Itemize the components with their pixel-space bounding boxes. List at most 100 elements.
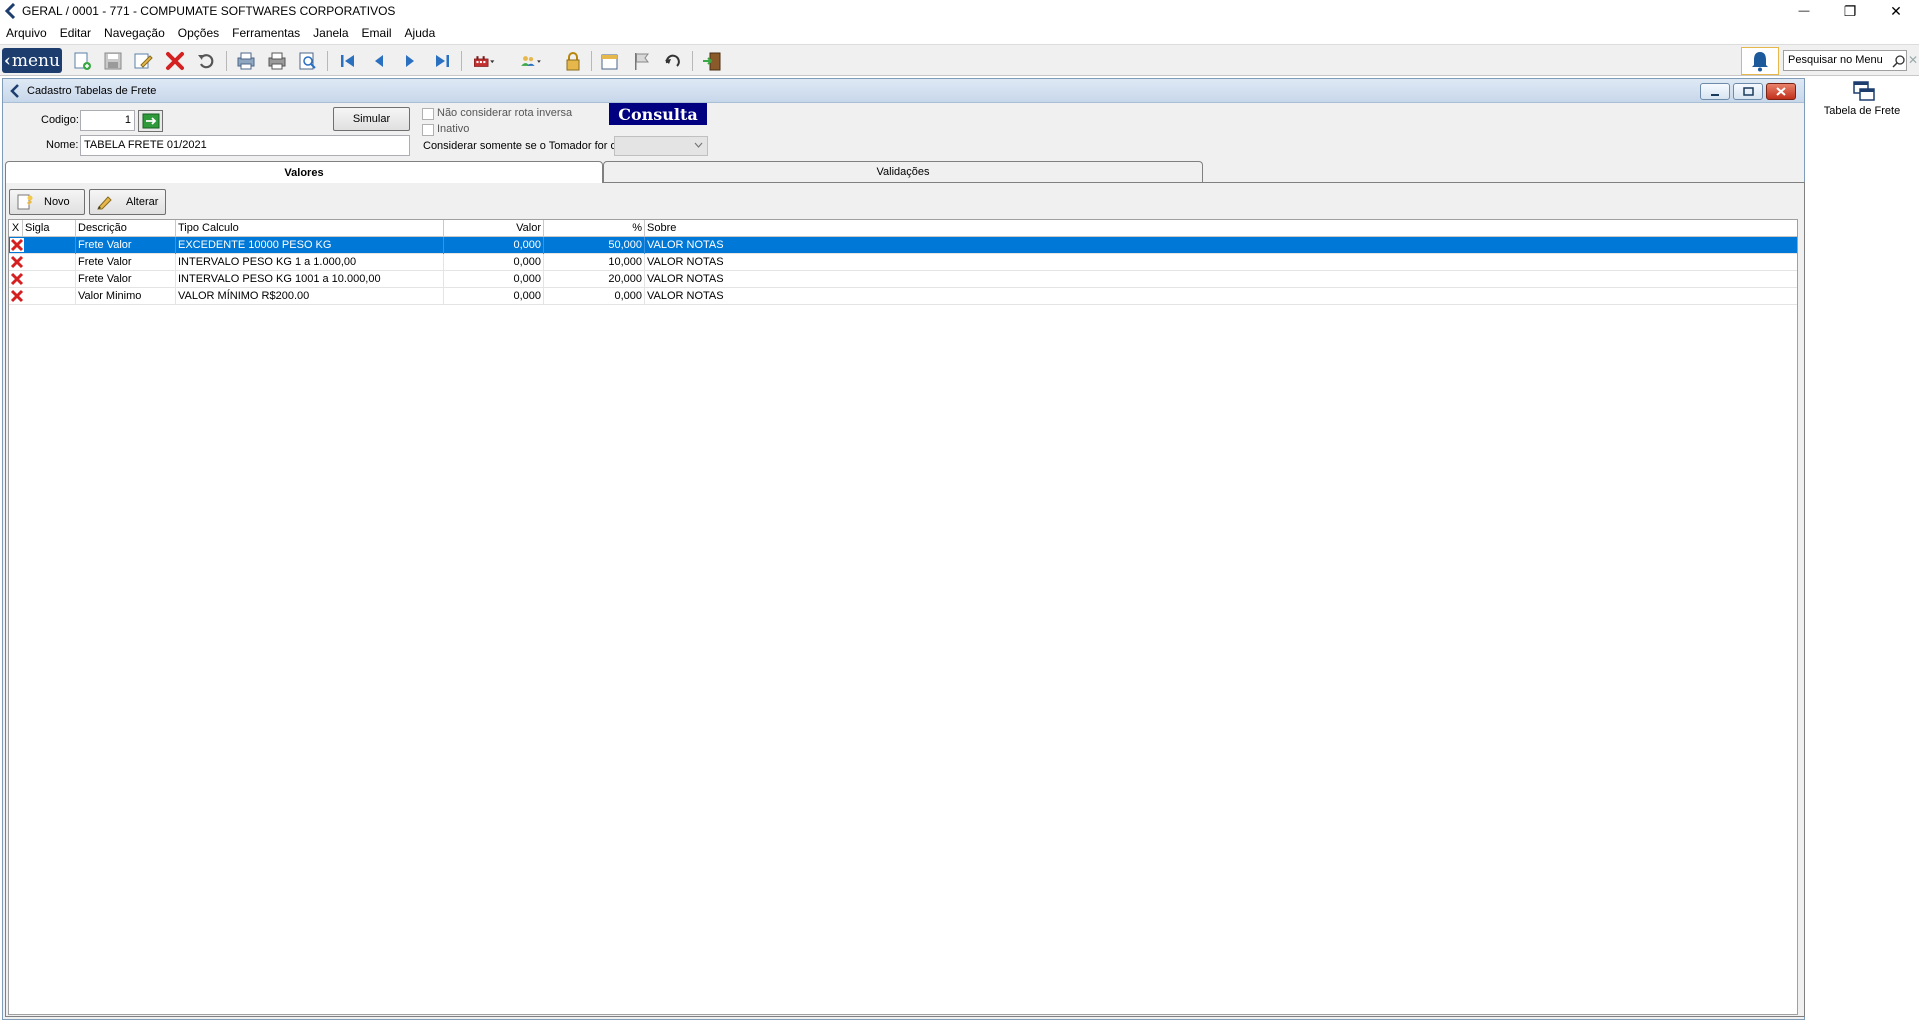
- save-button[interactable]: [101, 50, 125, 72]
- col-x[interactable]: X: [9, 220, 23, 237]
- new-record-button[interactable]: [70, 50, 94, 72]
- alterar-button[interactable]: Alterar: [89, 189, 166, 215]
- col-sigla[interactable]: Sigla: [23, 220, 76, 237]
- search-icon[interactable]: [1892, 54, 1906, 68]
- close-window-button[interactable]: ✕: [1873, 0, 1919, 22]
- inner-maximize-button[interactable]: [1733, 83, 1763, 100]
- restore-icon: ❐: [1843, 2, 1857, 19]
- table-row[interactable]: Frete Valor EXCEDENTE 10000 PESO KG 0,00…: [9, 237, 1797, 254]
- main-menu-button[interactable]: ‹ menu: [2, 48, 62, 73]
- pencil-icon: [97, 196, 112, 210]
- delete-button[interactable]: [163, 50, 187, 72]
- cell-pct: 20,000: [544, 271, 645, 288]
- cell-tipo-calculo: INTERVALO PESO KG 1001 a 10.000,00: [176, 271, 444, 288]
- search-input[interactable]: Pesquisar no Menu: [1783, 50, 1907, 71]
- col-tipo-calculo[interactable]: Tipo Calculo: [176, 220, 444, 237]
- edit-button[interactable]: [131, 50, 155, 72]
- exit-icon: [703, 52, 721, 71]
- menu-chevron-icon: ‹: [4, 50, 11, 71]
- menu-arquivo[interactable]: Arquivo: [6, 26, 47, 40]
- zoom-preview-button[interactable]: [296, 50, 320, 72]
- minimize-button[interactable]: —: [1781, 0, 1827, 22]
- company-icon: [474, 56, 495, 67]
- delete-row-icon[interactable]: [10, 255, 24, 269]
- previous-record-button[interactable]: [367, 50, 391, 72]
- tabela-frete-shortcut[interactable]: Tabela de Frete: [1812, 80, 1912, 124]
- table-row[interactable]: Frete Valor INTERVALO PESO KG 1 a 1.000,…: [9, 254, 1797, 271]
- inativo-checkbox[interactable]: [422, 124, 434, 136]
- tab-validacoes[interactable]: Validações: [603, 161, 1203, 182]
- lock-button[interactable]: [561, 50, 585, 72]
- arrow-right-icon: [142, 113, 159, 129]
- col-descricao[interactable]: Descrição: [76, 220, 176, 237]
- col-sobre[interactable]: Sobre: [645, 220, 1797, 237]
- new-record-icon: [74, 52, 91, 70]
- search-clear-icon[interactable]: ✕: [1908, 53, 1918, 67]
- novo-button[interactable]: Novo: [9, 189, 85, 215]
- users-button[interactable]: [513, 50, 549, 72]
- cell-pct: 0,000: [544, 288, 645, 305]
- zoom-preview-icon: [299, 52, 316, 70]
- toolbar: ‹ menu Pesquisar no Menu ✕: [0, 44, 1919, 76]
- exit-button[interactable]: [700, 50, 724, 72]
- menu-navegacao[interactable]: Navegação: [104, 26, 165, 40]
- menu-opcoes[interactable]: Opções: [178, 26, 219, 40]
- previous-record-icon: [375, 55, 383, 67]
- company-button[interactable]: [468, 50, 500, 72]
- title-bar: GERAL / 0001 - 771 - COMPUMATE SOFTWARES…: [0, 0, 1919, 22]
- last-record-button[interactable]: [430, 50, 454, 72]
- col-pct[interactable]: %: [544, 220, 645, 237]
- minimize-icon: [1711, 93, 1719, 96]
- chevron-down-icon: [694, 142, 703, 148]
- tab-valores[interactable]: Valores: [5, 161, 603, 183]
- codigo-go-button[interactable]: [138, 110, 163, 132]
- delete-row-icon[interactable]: [10, 238, 24, 252]
- cell-sigla: [23, 288, 76, 305]
- first-record-icon: [341, 55, 354, 67]
- table-row[interactable]: Frete Valor INTERVALO PESO KG 1001 a 10.…: [9, 271, 1797, 288]
- nome-input[interactable]: TABELA FRETE 01/2021: [80, 135, 410, 156]
- cell-sobre: VALOR NOTAS: [647, 290, 724, 302]
- table-row[interactable]: Valor Minimo VALOR MÍNIMO R$200.00 0,000…: [9, 288, 1797, 305]
- flag-button[interactable]: [630, 50, 654, 72]
- toolbar-separator: [591, 51, 592, 71]
- codigo-input[interactable]: 1: [80, 110, 135, 131]
- delete-icon: [166, 52, 184, 70]
- nao-considerar-checkbox[interactable]: [422, 108, 434, 120]
- codigo-label: Codigo:: [41, 114, 79, 126]
- notes-button[interactable]: [598, 50, 622, 72]
- first-record-button[interactable]: [336, 50, 360, 72]
- print-icon: [268, 52, 286, 70]
- next-record-button[interactable]: [398, 50, 422, 72]
- window-title: GERAL / 0001 - 771 - COMPUMATE SOFTWARES…: [22, 4, 396, 18]
- delete-row-icon[interactable]: [10, 272, 24, 286]
- edit-icon: [134, 53, 153, 69]
- tomador-select[interactable]: [614, 136, 708, 156]
- cell-sobre: VALOR NOTAS: [647, 239, 724, 251]
- menu-ajuda[interactable]: Ajuda: [405, 26, 436, 40]
- inner-close-button[interactable]: [1766, 83, 1796, 100]
- cell-sigla: [23, 254, 76, 271]
- menu-janela[interactable]: Janela: [313, 26, 348, 40]
- cell-sigla: [23, 271, 76, 288]
- cell-valor: 0,000: [444, 271, 544, 288]
- notifications-button[interactable]: [1741, 47, 1779, 75]
- print-preview-button[interactable]: [234, 50, 258, 72]
- menu-ferramentas[interactable]: Ferramentas: [232, 26, 300, 40]
- valores-grid: X Sigla Descrição Tipo Calculo Valor % S…: [8, 219, 1798, 1015]
- simular-button[interactable]: Simular: [333, 107, 410, 131]
- refresh-button[interactable]: [661, 50, 685, 72]
- cell-sobre: VALOR NOTAS: [647, 273, 724, 285]
- inner-minimize-button[interactable]: [1700, 83, 1730, 100]
- undo-button[interactable]: [195, 50, 219, 72]
- maximize-icon: [1742, 87, 1754, 96]
- col-valor[interactable]: Valor: [444, 220, 544, 237]
- cell-descricao: Valor Minimo: [76, 288, 176, 305]
- app-logo-icon: [4, 3, 16, 19]
- menu-email[interactable]: Email: [362, 26, 392, 40]
- delete-row-icon[interactable]: [10, 289, 24, 303]
- print-button[interactable]: [265, 50, 289, 72]
- menu-editar[interactable]: Editar: [60, 26, 91, 40]
- restore-button[interactable]: ❐: [1827, 0, 1873, 22]
- cell-tipo-calculo: INTERVALO PESO KG 1 a 1.000,00: [176, 254, 444, 271]
